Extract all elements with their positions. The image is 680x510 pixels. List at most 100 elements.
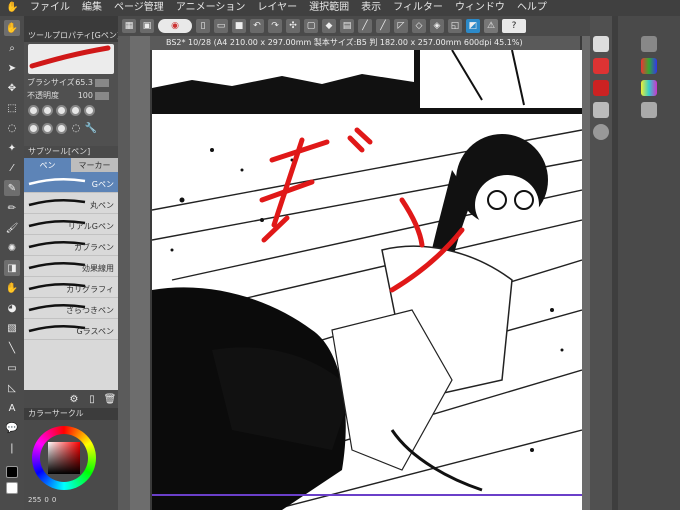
wrench-icon[interactable]: 🔧 [85, 122, 97, 134]
brush-item[interactable]: カブラペン [24, 235, 118, 256]
pencil-tool-icon[interactable]: ✏ [4, 200, 20, 216]
figure-icon[interactable] [641, 36, 657, 52]
brush-item[interactable]: Gペン [24, 172, 118, 193]
g-value[interactable]: 0 [44, 496, 48, 504]
pencil-icon[interactable]: ╱ [376, 19, 390, 33]
rotate-icon[interactable] [593, 36, 609, 52]
gradient-tool-icon[interactable]: ▧ [4, 320, 20, 336]
color-palette-icon[interactable] [641, 80, 657, 96]
menu-edit[interactable]: 編集 [76, 0, 108, 16]
warning-icon[interactable]: ⚠ [484, 19, 498, 33]
ruler-tool-icon[interactable]: ◺ [4, 380, 20, 396]
hand-icon[interactable]: ✋ [0, 0, 24, 16]
figure-tool-icon[interactable]: ╲ [4, 340, 20, 356]
brush-size-value[interactable]: 65.3 [65, 78, 93, 87]
brush-tip-4[interactable] [70, 105, 81, 116]
brush-size-slider[interactable] [95, 78, 109, 87]
new-file-icon[interactable]: ▯ [196, 19, 210, 33]
save-icon[interactable]: ■ [232, 19, 246, 33]
hand-tool-icon[interactable]: ✋ [4, 20, 20, 36]
main-color-swatch[interactable] [6, 466, 18, 478]
brush-tip-2[interactable] [42, 105, 53, 116]
sub-color-swatch[interactable] [6, 482, 18, 494]
opacity-slider[interactable] [95, 91, 109, 100]
eraser-tool-icon[interactable]: ◨ [4, 260, 20, 276]
correction-tool-icon[interactable]: ❘ [4, 440, 20, 456]
brush-item[interactable]: 効果線用 [24, 256, 118, 277]
blend-tool-icon[interactable]: ✋ [4, 280, 20, 296]
wand-tool-icon[interactable]: ✦ [4, 140, 20, 156]
select-tool-icon[interactable]: ⬚ [4, 100, 20, 116]
layer-ruler-icon[interactable]: ◱ [448, 19, 462, 33]
brush-tip-7[interactable] [42, 122, 53, 134]
brush-tip-6[interactable] [28, 122, 39, 134]
transform-icon[interactable]: ✣ [286, 19, 300, 33]
left-scrollbar[interactable] [118, 36, 130, 510]
tab-marker[interactable]: マーカー [71, 158, 118, 172]
b-value[interactable]: 0 [52, 496, 56, 504]
help-button[interactable]: ? [502, 19, 526, 33]
open-file-icon[interactable]: ▭ [214, 19, 228, 33]
menu-animation[interactable]: アニメーション [170, 0, 252, 16]
operation-tool-icon[interactable]: ➤ [4, 60, 20, 76]
menu-page[interactable]: ページ管理 [108, 0, 170, 16]
trash-icon[interactable]: 🗑 [104, 393, 117, 405]
layer-red-icon[interactable] [593, 58, 609, 74]
snap-icon[interactable]: ◇ [412, 19, 426, 33]
color-icon[interactable]: ◩ [466, 19, 480, 33]
clear-icon[interactable]: ▢ [304, 19, 318, 33]
brush-item[interactable]: カリグラフィ [24, 277, 118, 298]
menu-filter[interactable]: フィルター [387, 0, 449, 16]
balloon-tool-icon[interactable]: 💬 [4, 420, 20, 436]
grid-icon[interactable]: ▦ [122, 19, 136, 33]
move-tool-icon[interactable]: ✥ [4, 80, 20, 96]
clip-logo-icon[interactable]: ◉ [158, 19, 192, 33]
fill-tool-icon[interactable]: ◕ [4, 300, 20, 316]
lasso-tool-icon[interactable]: ◌ [4, 120, 20, 136]
brush-item[interactable]: ざらつきペン [24, 298, 118, 319]
brush-item[interactable]: リアルGペン [24, 214, 118, 235]
brush-tool-icon[interactable]: 🖌 [4, 220, 20, 236]
search-icon[interactable] [593, 124, 609, 140]
pen-tool-icon[interactable]: ✎ [4, 180, 20, 196]
brush-tip-8[interactable] [56, 122, 67, 134]
copy-icon[interactable]: ▯ [86, 393, 98, 405]
menu-file[interactable]: ファイル [24, 0, 76, 16]
zoom-tool-icon[interactable]: ⌕ [4, 40, 20, 56]
pen-red-icon[interactable] [593, 80, 609, 96]
brush-item[interactable]: Gラスペン [24, 319, 118, 340]
tab-pen[interactable]: ペン [24, 158, 71, 172]
canvas-scrollbar[interactable] [582, 36, 590, 510]
layers-icon[interactable] [593, 102, 609, 118]
menu-help[interactable]: ヘルプ [511, 0, 553, 16]
brush-tip-5[interactable] [84, 105, 95, 116]
frame-tool-icon[interactable]: ▭ [4, 360, 20, 376]
airbrush-tool-icon[interactable]: ✺ [4, 240, 20, 256]
brush-tip-3[interactable] [56, 105, 67, 116]
brush-item[interactable]: 丸ペン [24, 193, 118, 214]
stamp-icon[interactable] [641, 102, 657, 118]
undo-icon[interactable]: ↶ [250, 19, 264, 33]
saturation-square[interactable] [48, 442, 80, 474]
redo-icon[interactable]: ↷ [268, 19, 282, 33]
menu-selection[interactable]: 選択範囲 [303, 0, 355, 16]
image-icon[interactable]: ▣ [140, 19, 154, 33]
canvas[interactable]: ボッ [152, 50, 582, 510]
snap2-icon[interactable]: ◈ [430, 19, 444, 33]
brush-tip-1[interactable] [28, 105, 39, 116]
crop-icon[interactable]: ▤ [340, 19, 354, 33]
pen-icon[interactable]: ╱ [358, 19, 372, 33]
stabilize-icon[interactable]: ◌ [70, 122, 82, 134]
menu-layer[interactable]: レイヤー [251, 0, 303, 16]
menu-window[interactable]: ウィンドウ [449, 0, 511, 16]
text-tool-icon[interactable]: A [4, 400, 20, 416]
ruler-icon[interactable]: ◸ [394, 19, 408, 33]
settings-icon[interactable]: ⚙ [68, 393, 80, 405]
eyedropper-tool-icon[interactable]: ⁄ [4, 160, 20, 176]
opacity-value[interactable]: 100 [65, 91, 93, 100]
fill-icon[interactable]: ◆ [322, 19, 336, 33]
menu-view[interactable]: 表示 [355, 0, 387, 16]
color-set-icon[interactable] [641, 58, 657, 74]
r-value[interactable]: 255 [28, 496, 41, 504]
document-tab[interactable]: BS2* 10/28 (A4 210.00 x 297.00mm 製本サイズ:B… [150, 36, 580, 50]
